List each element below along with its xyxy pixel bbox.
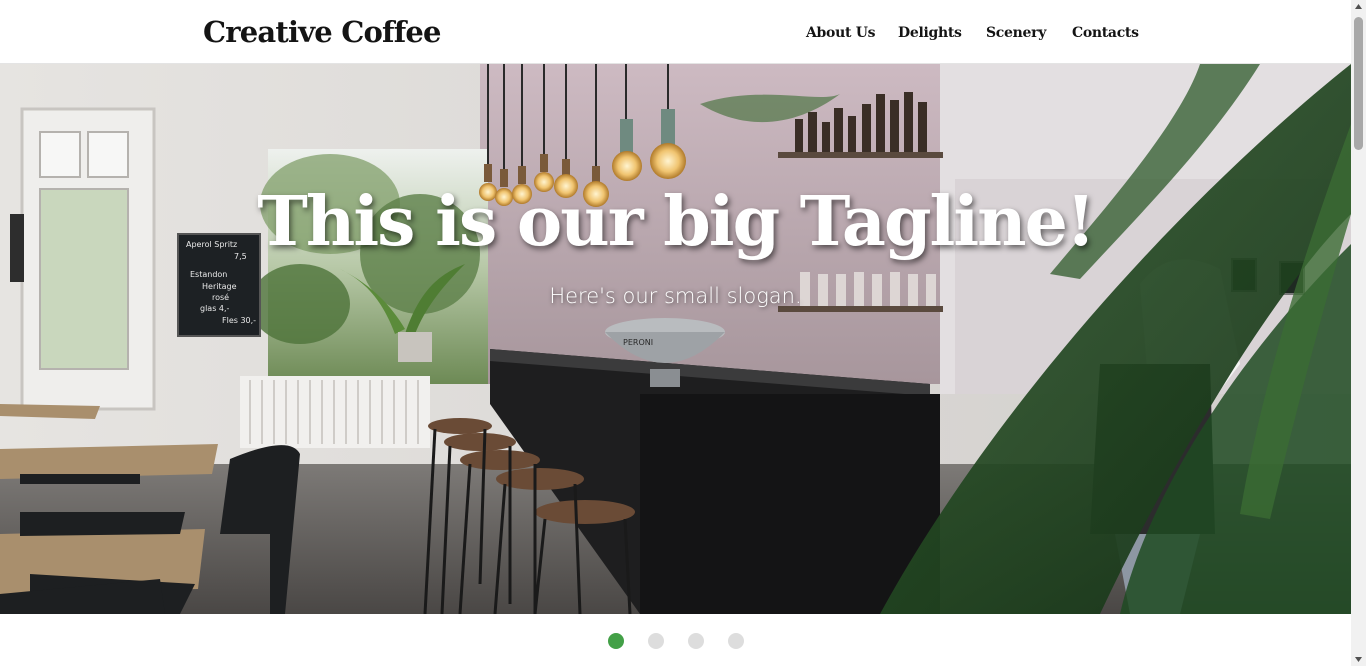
scroll-down-arrow-icon[interactable] — [1351, 651, 1366, 666]
chalkboard-line-7: Fles 30,- — [222, 316, 256, 325]
nav-link-about-us[interactable]: About Us — [806, 22, 876, 44]
carousel-dot-1[interactable] — [608, 633, 624, 649]
nav-link-delights[interactable]: Delights — [898, 22, 962, 44]
hero-slider: Aperol Spritz 7,5 Estandon Heritage rosé… — [0, 64, 1351, 614]
scrollbar-thumb[interactable] — [1354, 17, 1363, 150]
nav-link-scenery[interactable]: Scenery — [986, 22, 1046, 44]
nav-link-contacts[interactable]: Contacts — [1072, 22, 1139, 44]
bucket-label: PERONI — [623, 338, 653, 347]
main-nav: About Us Delights Scenery Contacts — [0, 22, 1351, 44]
carousel-dot-3[interactable] — [688, 633, 704, 649]
vertical-scrollbar[interactable] — [1351, 0, 1366, 666]
hero-slogan: Here's our small slogan. — [549, 284, 802, 308]
carousel-indicators — [0, 633, 1351, 649]
scroll-up-arrow-icon[interactable] — [1351, 0, 1366, 15]
chalkboard-line-3: Estandon — [190, 270, 227, 279]
hero-tagline: This is our big Tagline! — [257, 182, 1095, 262]
carousel-dot-4[interactable] — [728, 633, 744, 649]
carousel-dot-2[interactable] — [648, 633, 664, 649]
cafe-interior-photo: Aperol Spritz 7,5 Estandon Heritage rosé… — [0, 64, 1351, 614]
top-navbar: Creative Coffee About Us Delights Scener… — [0, 0, 1351, 64]
